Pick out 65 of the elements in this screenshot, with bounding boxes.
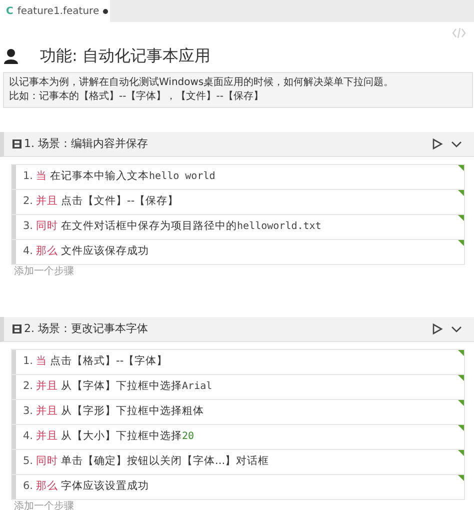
chevron-down-icon[interactable] [451, 326, 462, 332]
step-text: 从【字体】下拉框中选择Arial [61, 379, 212, 394]
step-text: 字体应该设置成功 [61, 479, 150, 494]
step-text: 单击【确定】按钮以关闭【字体...】对话框 [61, 454, 270, 470]
feature-title: 功能: 自动化记事本应用 [40, 45, 210, 67]
step-number: 2. [23, 379, 34, 394]
step-row[interactable]: 5. 同时 单击【确定】按钮以关闭【字体...】对话框 [12, 450, 464, 474]
description-line: 比如：记事本的【格式】--【字体】，【文件】--【保存】 [9, 90, 264, 104]
step-number: 3. [23, 404, 34, 420]
step-number: 1. [23, 169, 34, 184]
step-text: 文件应该保存成功 [61, 244, 150, 260]
step-keyword: 并且 [36, 429, 58, 444]
chevron-down-icon[interactable] [451, 140, 462, 148]
step-number: 1. [23, 354, 34, 370]
step-keyword: 并且 [36, 404, 58, 420]
step-text: 从【大小】下拉框中选择20 [61, 429, 194, 444]
step-keyword: 并且 [36, 194, 58, 210]
scenario-title: 2. 场景：更改记事本字体 [24, 320, 148, 337]
step-keyword: 那么 [36, 244, 58, 260]
step-keyword: 当 [36, 354, 48, 370]
user-icon [4, 48, 18, 64]
step-row[interactable]: 4. 并且 从【大小】下拉框中选择20 [12, 425, 464, 449]
step-row[interactable]: 1. 当 点击【格式】--【字体】 [12, 350, 464, 374]
step-row[interactable]: 4. 那么 文件应该保存成功 [12, 240, 464, 264]
corner-marker-icon [458, 450, 464, 456]
corner-marker-icon [458, 350, 464, 356]
step-keyword: 同时 [36, 219, 58, 234]
file-type-icon: C [6, 4, 14, 18]
step-number: 4. [23, 429, 34, 444]
step-number: 3. [23, 219, 34, 234]
corner-marker-icon [458, 190, 464, 196]
scenario-title: 1. 场景：编辑内容并保存 [24, 136, 148, 152]
editor-tab[interactable]: C feature1.feature [0, 0, 110, 22]
tab-title: feature1.feature [17, 4, 100, 18]
film-icon [12, 139, 22, 149]
step-keyword: 同时 [36, 454, 58, 470]
step-row[interactable]: 3. 并且 从【字形】下拉框中选择粗体 [12, 400, 464, 424]
step-number: 4. [23, 244, 34, 260]
play-icon[interactable] [432, 138, 443, 150]
corner-marker-icon [458, 375, 464, 381]
step-row[interactable]: 3. 同时 在文件对话框中保存为项目路径中的helloworld.txt [12, 215, 464, 239]
step-row[interactable]: 1. 当 在记事本中输入文本hello world [12, 165, 464, 189]
description-line: 以记事本为例，讲解在自动化测试Windows桌面应用的时候，如何解决菜单下拉问题。 [9, 76, 395, 90]
step-number: 2. [23, 194, 34, 210]
play-icon[interactable] [432, 323, 443, 335]
step-keyword: 当 [36, 169, 48, 184]
step-row[interactable]: 6. 那么 字体应该设置成功 [12, 475, 464, 499]
step-text: 在记事本中输入文本hello world [50, 169, 216, 184]
corner-marker-icon [458, 400, 464, 406]
corner-marker-icon [458, 475, 464, 481]
step-number: 5. [23, 454, 34, 470]
step-number: 6. [23, 479, 34, 494]
step-text: 在文件对话框中保存为项目路径中的helloworld.txt [61, 219, 322, 234]
step-text: 从【字形】下拉框中选择粗体 [61, 404, 204, 420]
step-text: 点击【格式】--【字体】 [50, 354, 168, 370]
corner-marker-icon [458, 425, 464, 431]
step-row[interactable]: 2. 并且 从【字体】下拉框中选择Arial [12, 375, 464, 399]
corner-marker-icon [458, 165, 464, 171]
step-keyword: 并且 [36, 379, 58, 394]
corner-marker-icon [458, 215, 464, 221]
step-row[interactable]: 2. 并且 点击【文件】--【保存】 [12, 190, 464, 214]
corner-marker-icon [458, 240, 464, 246]
step-keyword: 那么 [36, 479, 58, 494]
film-icon [12, 324, 22, 334]
step-text: 点击【文件】--【保存】 [61, 194, 179, 210]
